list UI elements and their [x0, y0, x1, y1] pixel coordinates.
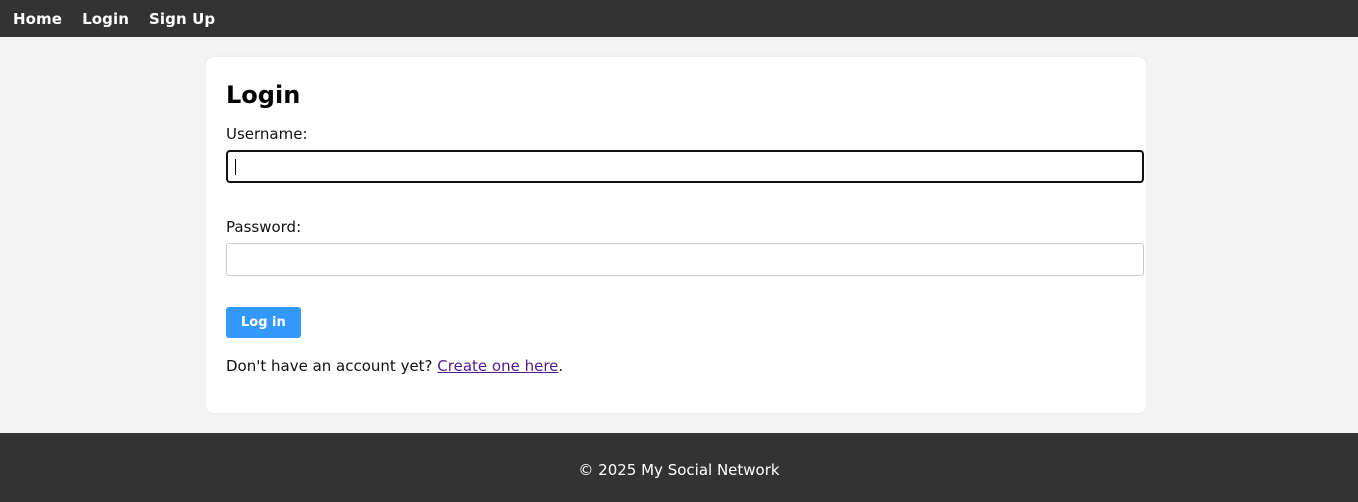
username-input[interactable]	[226, 150, 1144, 183]
text-caret	[235, 159, 236, 175]
password-input[interactable]	[226, 243, 1144, 276]
main-content: Login Username: Password: Log in Don't h…	[0, 37, 1358, 433]
nav-home-link[interactable]: Home	[13, 10, 62, 28]
login-card: Login Username: Password: Log in Don't h…	[206, 57, 1146, 413]
signup-prompt-suffix: .	[558, 357, 564, 375]
nav-signup-link[interactable]: Sign Up	[149, 10, 215, 28]
page-title: Login	[226, 81, 301, 109]
top-nav: Home Login Sign Up	[0, 0, 1358, 37]
signup-prompt-text: Don't have an account yet?	[226, 357, 438, 375]
footer-copyright: © 2025 My Social Network	[578, 461, 780, 479]
signup-prompt: Don't have an account yet? Create one he…	[226, 355, 1126, 377]
nav-login-link[interactable]: Login	[82, 10, 129, 28]
password-label: Password:	[226, 218, 302, 236]
login-button[interactable]: Log in	[226, 307, 301, 338]
username-label: Username:	[226, 125, 308, 143]
create-account-link[interactable]: Create one here	[437, 357, 558, 375]
footer: © 2025 My Social Network	[0, 433, 1358, 502]
